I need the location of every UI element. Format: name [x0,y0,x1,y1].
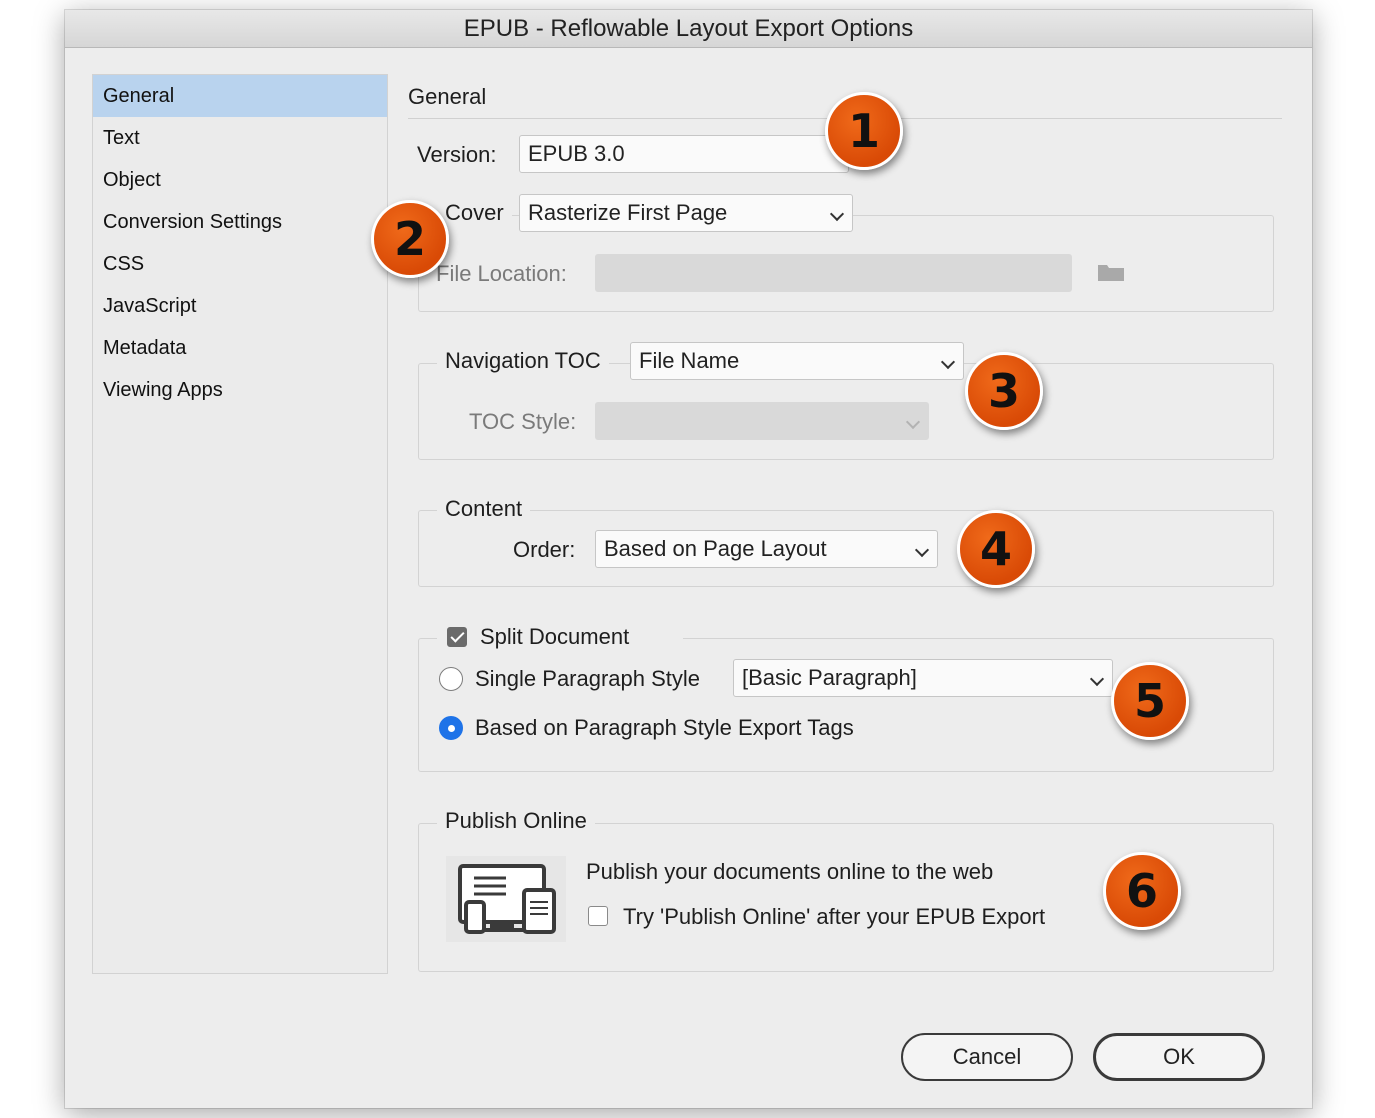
cover-label: Cover [437,200,512,226]
content-legend: Content [437,496,531,522]
chevron-down-icon [940,354,956,370]
callout-badge-3: 3 [965,352,1043,430]
order-select[interactable]: Based on Page Layout [595,530,938,568]
navigation-toc-select[interactable]: File Name [630,342,964,380]
sidebar-item-metadata[interactable]: Metadata [93,327,387,369]
callout-badge-1: 1 [825,92,903,170]
chevron-down-icon [829,206,845,222]
sidebar-item-viewing-apps[interactable]: Viewing Apps [93,369,387,411]
chevron-down-icon [914,542,930,558]
split-document-checkbox[interactable] [447,627,467,647]
version-label: Version: [417,142,497,167]
sidebar-item-javascript[interactable]: JavaScript [93,285,387,327]
file-location-field[interactable] [595,254,1072,292]
sidebar-item-general[interactable]: General [93,75,387,117]
export-tags-radio[interactable] [439,716,463,740]
split-legend: Split Document [437,624,683,652]
callout-badge-6: 6 [1103,852,1181,930]
order-value: Based on Page Layout [604,536,827,561]
folder-icon[interactable] [1097,262,1125,282]
chevron-down-icon [905,414,921,430]
toc-style-select[interactable] [595,402,929,440]
cover-select[interactable]: Rasterize First Page [519,194,853,232]
export-tags-label: Based on Paragraph Style Export Tags [475,715,854,740]
section-heading: General [408,84,487,109]
navigation-toc-label: Navigation TOC [437,348,609,374]
export-options-dialog: EPUB - Reflowable Layout Export Options … [65,10,1312,1108]
window-title: EPUB - Reflowable Layout Export Options [65,10,1312,48]
order-label: Order: [513,537,576,562]
callout-badge-5: 5 [1111,662,1189,740]
publish-online-legend: Publish Online [437,808,595,834]
category-sidebar: General Text Object Conversion Settings … [92,74,388,974]
sidebar-item-text[interactable]: Text [93,117,387,159]
cancel-button[interactable]: Cancel [901,1033,1073,1081]
publish-description: Publish your documents online to the web [586,859,994,884]
devices-icon [446,856,566,942]
single-paragraph-label: Single Paragraph Style [475,666,701,691]
version-select[interactable]: EPUB 3.0 [519,135,849,173]
cover-value: Rasterize First Page [528,200,728,225]
version-value: EPUB 3.0 [528,141,625,166]
ok-button[interactable]: OK [1093,1033,1265,1081]
try-publish-checkbox[interactable] [588,906,608,926]
single-paragraph-radio[interactable] [439,667,463,691]
paragraph-style-value: [Basic Paragraph] [742,665,917,690]
try-publish-label: Try 'Publish Online' after your EPUB Exp… [623,904,1046,929]
navigation-toc-value: File Name [639,348,740,373]
sidebar-item-conversion-settings[interactable]: Conversion Settings [93,201,387,243]
callout-badge-4: 4 [957,510,1035,588]
chevron-down-icon [1089,671,1105,687]
file-location-label: File Location: [436,261,567,286]
paragraph-style-select[interactable]: [Basic Paragraph] [733,659,1113,697]
sidebar-item-css[interactable]: CSS [93,243,387,285]
split-document-label: Split Document [480,624,630,649]
callout-badge-2: 2 [371,200,449,278]
toc-style-label: TOC Style: [469,409,577,434]
sidebar-item-object[interactable]: Object [93,159,387,201]
